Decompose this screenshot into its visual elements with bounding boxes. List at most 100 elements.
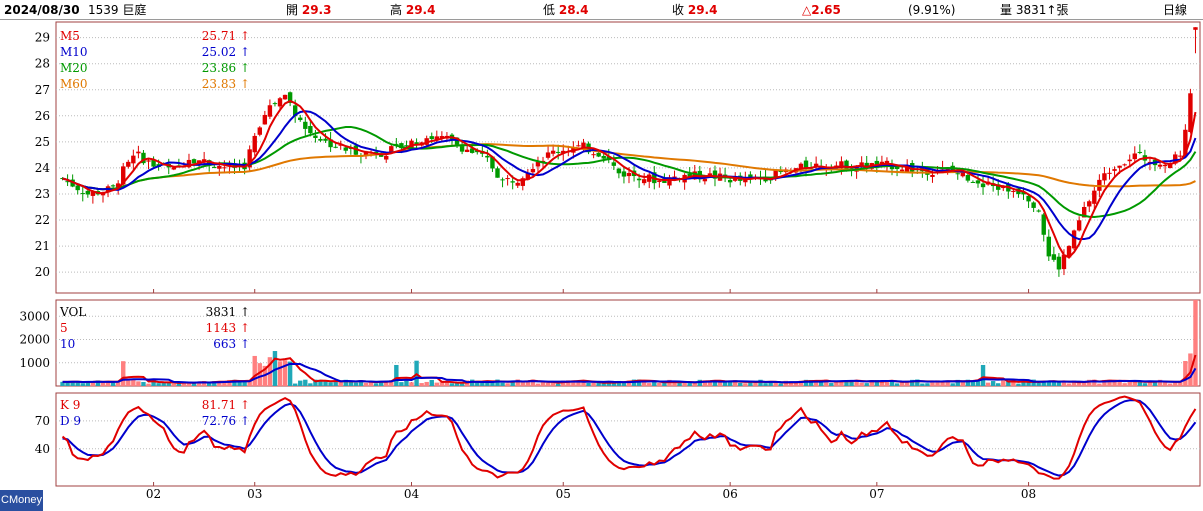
- volume-bar: [500, 382, 505, 386]
- candle-body: [616, 168, 622, 174]
- volume-bar: [1173, 382, 1178, 386]
- price-tick-label: 28: [35, 57, 50, 71]
- volume-bar: [586, 382, 591, 386]
- legend-m5: M5 25.71 ↑: [60, 29, 250, 43]
- candle-body: [126, 161, 131, 167]
- volume-bar: [1076, 382, 1082, 386]
- candle-body: [1087, 201, 1092, 207]
- candle-body: [308, 126, 313, 134]
- volume-bar: [1001, 380, 1006, 386]
- candle-body: [323, 138, 328, 141]
- volume-bar: [282, 360, 288, 386]
- volume-bar: [141, 382, 146, 386]
- volume-bar: [555, 383, 561, 386]
- candle-body: [384, 155, 389, 160]
- candle-body: [222, 167, 227, 169]
- volume-bar: [100, 382, 106, 386]
- volume-bar: [1036, 382, 1041, 386]
- volume-bar: [459, 383, 465, 386]
- candle-body: [844, 160, 849, 170]
- candle-body: [1041, 214, 1046, 235]
- candle-body: [576, 145, 581, 147]
- volume-bar: [545, 382, 551, 386]
- volume-bar: [333, 382, 338, 386]
- volume-bar: [1183, 360, 1188, 386]
- volume-bar: [596, 383, 601, 386]
- candle-body: [464, 149, 470, 153]
- candle-body: [267, 105, 273, 117]
- volume-bar: [738, 382, 743, 386]
- candle-body: [500, 179, 505, 181]
- volume-bar: [363, 383, 369, 386]
- candle-body: [980, 183, 986, 188]
- candle-body: [555, 151, 561, 153]
- candle-body: [495, 168, 500, 178]
- candle-body: [727, 179, 733, 183]
- volume-bar: [434, 382, 440, 386]
- price-legend: M5 25.71 ↑ M10 25.02 ↑ M20 23.86 ↑ M60 23.83…: [60, 28, 250, 92]
- volume-bar: [156, 383, 161, 386]
- candle-body: [1112, 169, 1117, 171]
- price-tick-label: 23: [35, 187, 50, 201]
- candle-body: [110, 185, 116, 187]
- candle-body: [965, 174, 971, 181]
- candle-body: [1056, 256, 1062, 270]
- candle-body: [1102, 173, 1107, 181]
- candle-body: [1127, 159, 1132, 162]
- volume-bar: [429, 379, 434, 386]
- volume-bar: [277, 361, 283, 386]
- candle-body: [485, 155, 490, 158]
- volume-legend: VOL 3831 ↑ 5 1143 ↑ 10 663 ↑: [60, 304, 250, 352]
- volume-bar: [80, 383, 85, 386]
- volume-bar: [657, 383, 662, 386]
- price-tick-label: 29: [35, 31, 50, 45]
- candle-body: [1132, 153, 1137, 160]
- legend-m60: M60 23.83 ↑: [60, 77, 250, 91]
- kd-legend: K 9 81.71 ↑ D 9 72.76 ↑: [60, 397, 250, 429]
- cmoney-logo: CMoney: [0, 490, 43, 511]
- candle-body: [75, 185, 80, 191]
- volume-bar: [404, 380, 409, 386]
- candle-body: [899, 169, 905, 172]
- candle-body: [545, 152, 551, 158]
- volume-bar: [864, 383, 869, 386]
- volume-bar: [990, 381, 996, 386]
- candle-body: [378, 154, 384, 157]
- volume-bar: [996, 383, 1001, 386]
- volume-bar: [985, 382, 991, 386]
- candle-body: [1076, 220, 1082, 231]
- x-tick-label: 05: [556, 487, 571, 501]
- candle-body: [1026, 195, 1031, 202]
- candle-body: [505, 178, 510, 180]
- volume-bar: [743, 383, 748, 386]
- volume-bar: [171, 383, 176, 386]
- volume-bar: [126, 380, 131, 386]
- candle-body: [191, 159, 197, 164]
- candle-body: [313, 135, 318, 138]
- legend-vol10: 10 663 ↑: [60, 337, 250, 351]
- volume-bar: [1097, 383, 1102, 386]
- volume-bar: [1056, 382, 1062, 386]
- volume-bar: [292, 383, 298, 386]
- volume-bar: [242, 382, 247, 386]
- volume-bar: [647, 383, 652, 386]
- candle-body: [657, 180, 662, 182]
- volume-bar: [121, 361, 126, 386]
- x-tick-label: 04: [404, 487, 420, 501]
- legend-m20: M20 23.86 ↑: [60, 61, 250, 75]
- legend-k9: K 9 81.71 ↑: [60, 398, 250, 412]
- candle-body: [1011, 190, 1016, 192]
- volume-bar: [535, 383, 541, 386]
- volume-ma10-line: [62, 362, 1197, 384]
- volume-bar: [601, 383, 606, 386]
- volume-bar: [1066, 383, 1072, 386]
- candle-body: [1122, 164, 1127, 166]
- volume-tick-label: 2000: [19, 333, 50, 347]
- x-tick-label: 06: [723, 487, 738, 501]
- legend-vol5: 5 1143 ↑: [60, 321, 250, 335]
- price-tick-label: 24: [35, 161, 51, 175]
- candle-body: [596, 152, 601, 157]
- candle-body: [1061, 254, 1067, 270]
- volume-bar: [591, 382, 596, 386]
- volume-bar: [1016, 383, 1021, 386]
